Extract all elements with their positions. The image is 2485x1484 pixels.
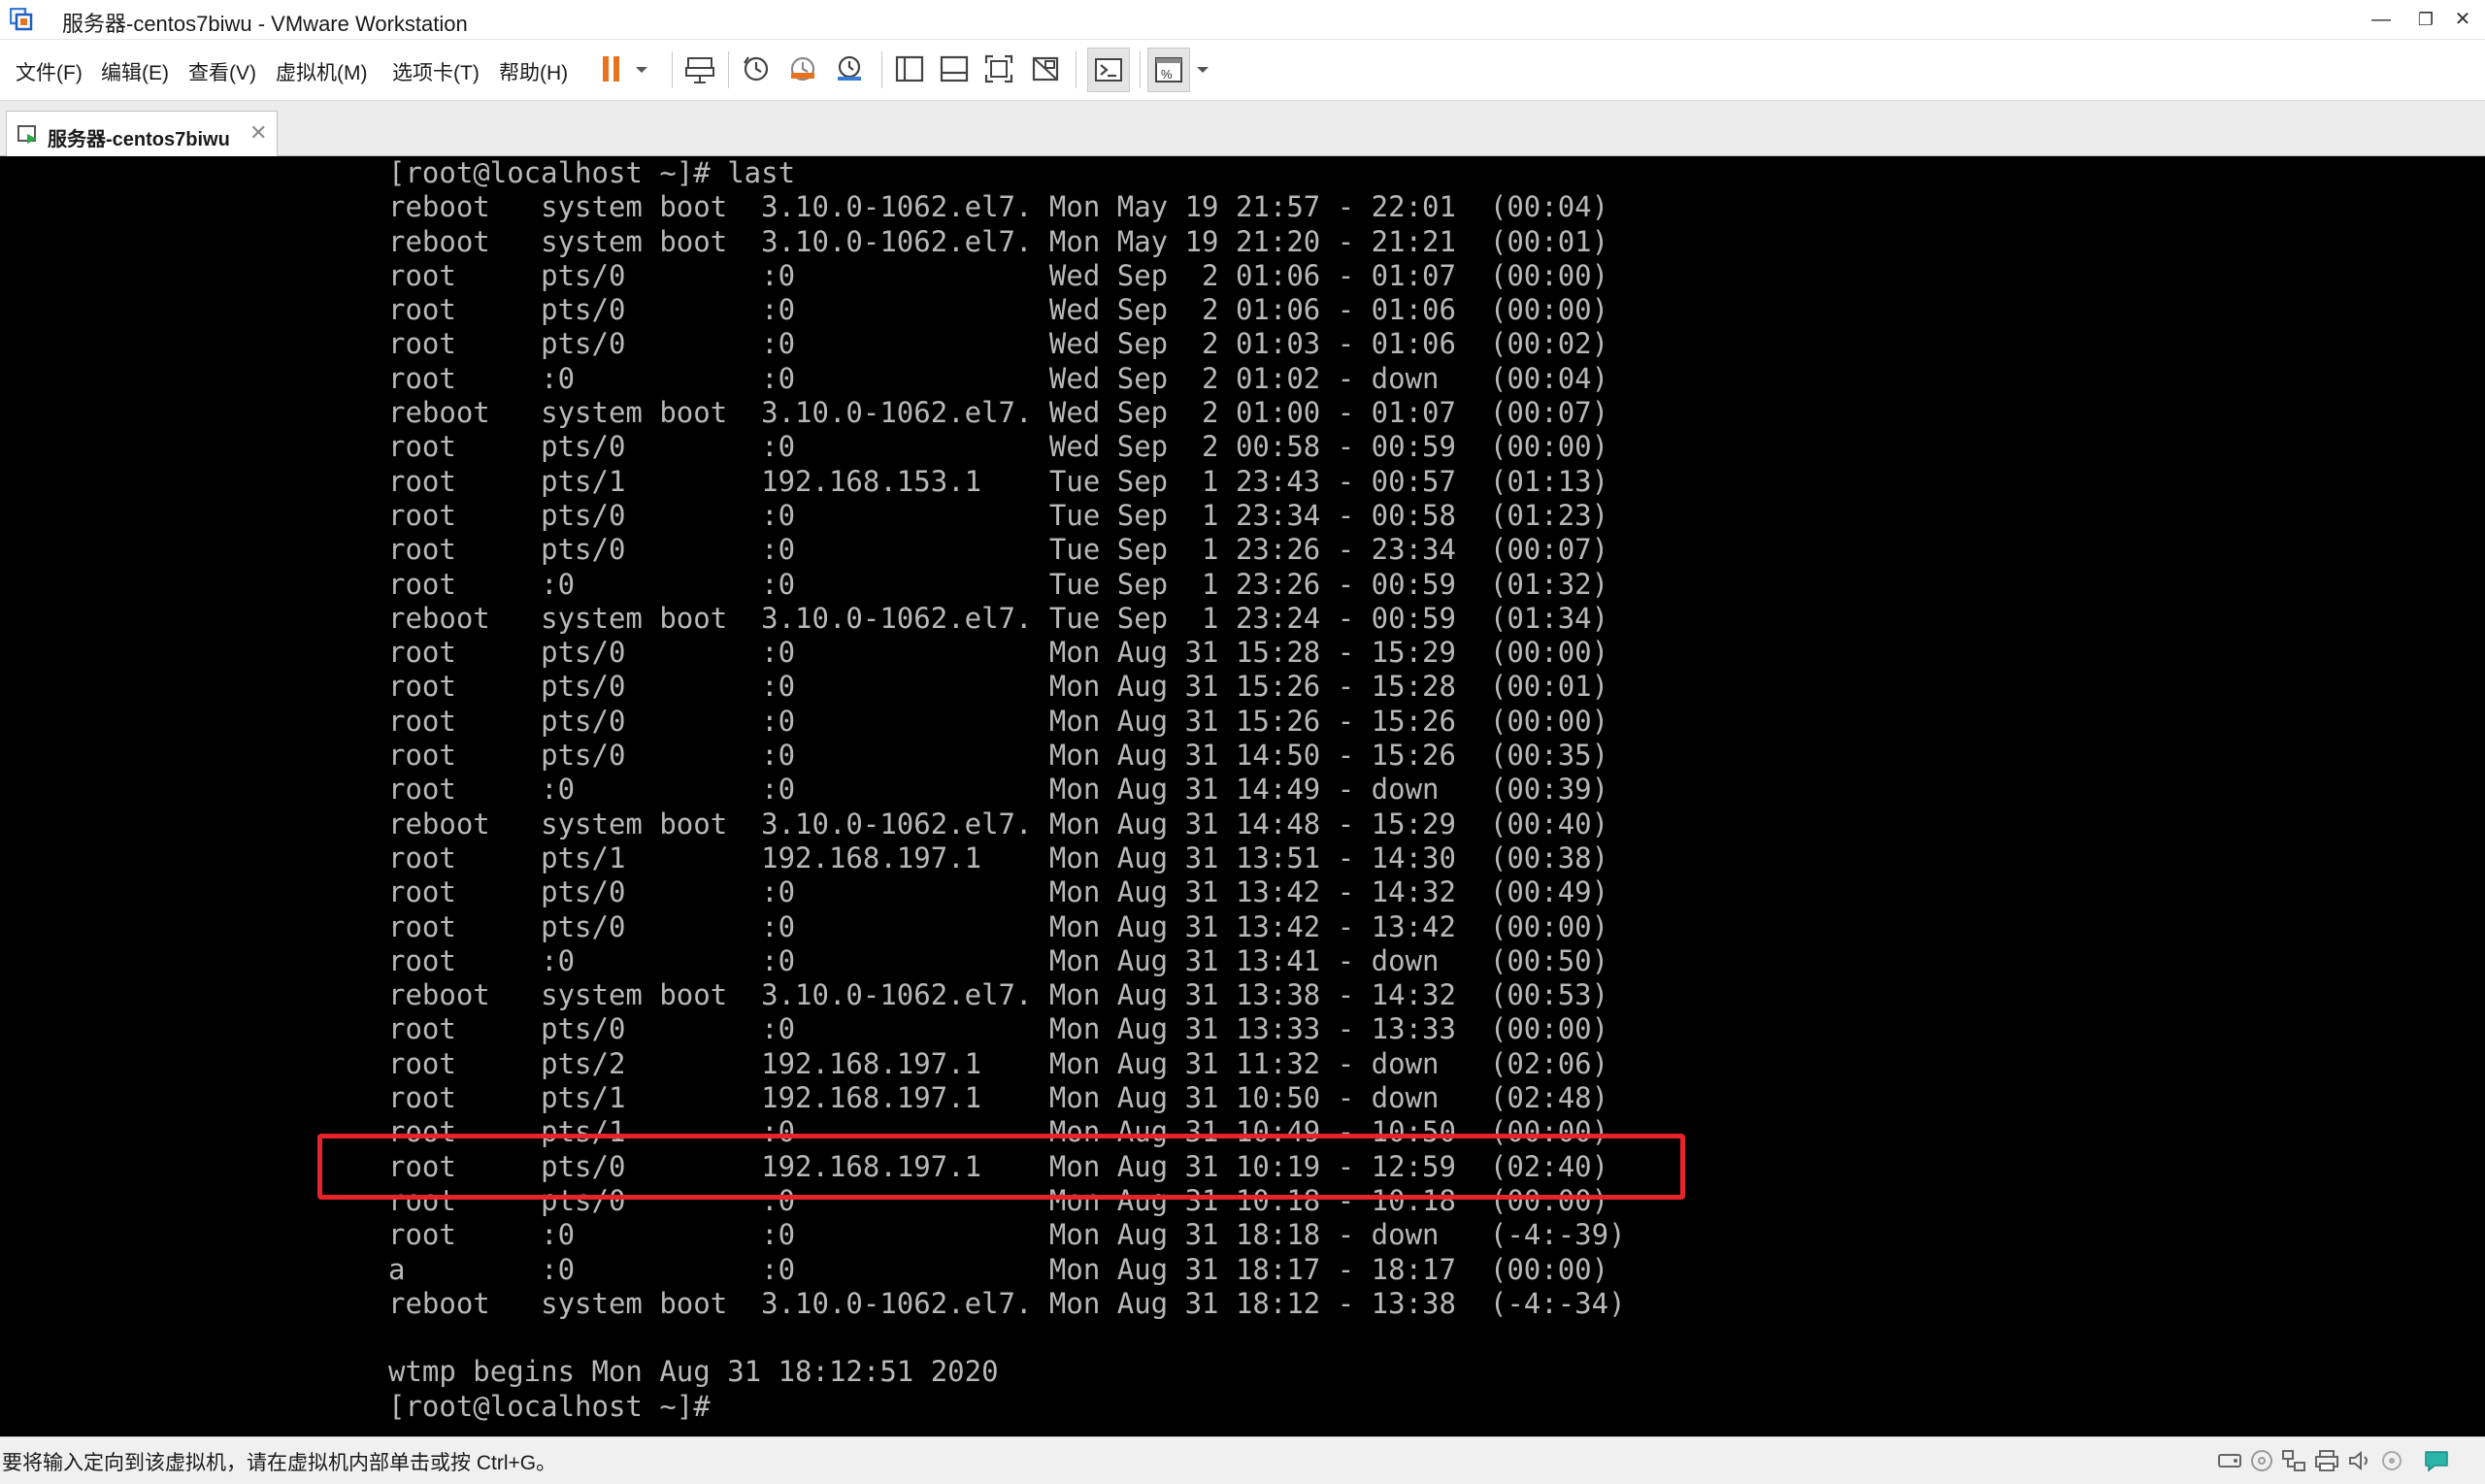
send-ctrl-alt-del-button[interactable] xyxy=(679,48,720,90)
status-message: 要将输入定向到该虚拟机，请在虚拟机内部单击或按 Ctrl+G。 xyxy=(2,1452,557,1474)
network-icon[interactable] xyxy=(2281,1449,2306,1477)
menu-edit[interactable]: 编辑(E) xyxy=(97,55,173,88)
toolbar-separator xyxy=(1140,51,1141,88)
terminal-line: root :0 :0 Mon Aug 31 13:41 - down (00:5… xyxy=(388,943,1609,977)
tab-close-button[interactable]: ✕ xyxy=(249,120,267,146)
snapshot-icon xyxy=(744,56,769,82)
terminal-line: [root@localhost ~]# last xyxy=(388,156,796,189)
terminal-line: reboot system boot 3.10.0-1062.el7. Mon … xyxy=(388,978,1609,1012)
terminal-line: root pts/0 :0 Mon Aug 31 14:50 - 15:26 (… xyxy=(388,739,1609,773)
terminal-line: root :0 :0 Mon Aug 31 14:49 - down (00:3… xyxy=(388,773,1609,807)
vm-tab-strip: 服务器-centos7biwu ✕ xyxy=(0,101,2485,156)
terminal-line: root pts/0 :0 Mon Aug 31 15:26 - 15:28 (… xyxy=(388,670,1609,704)
snapshot-manager-button[interactable] xyxy=(829,48,870,90)
revert-snapshot-icon xyxy=(790,56,815,82)
terminal-line: reboot system boot 3.10.0-1062.el7. Wed … xyxy=(388,396,1609,430)
terminal-line: root :0 :0 Mon Aug 31 18:18 - down (-4:-… xyxy=(388,1218,1626,1252)
printer-icon[interactable] xyxy=(2314,1449,2339,1477)
terminal-line: root pts/0 :0 Mon Aug 31 15:28 - 15:29 (… xyxy=(388,636,1609,670)
terminal-line: root pts/1 192.168.197.1 Mon Aug 31 10:5… xyxy=(388,1081,1609,1115)
terminal-line: root pts/2 192.168.197.1 Mon Aug 31 11:3… xyxy=(388,1046,1609,1080)
terminal-line: root pts/0 :0 Tue Sep 1 23:26 - 23:34 (0… xyxy=(388,533,1609,567)
terminal-line: root pts/0 :0 Wed Sep 2 00:58 - 00:59 (0… xyxy=(388,430,1609,464)
terminal-output: [root@localhost ~]# last reboot system bo… xyxy=(388,156,1626,1424)
terminal-line: root pts/0 :0 Wed Sep 2 01:03 - 01:06 (0… xyxy=(388,327,1609,361)
menu-file[interactable]: 文件(F) xyxy=(12,55,86,88)
chevron-down-icon xyxy=(636,67,647,73)
terminal-line: root pts/1 192.168.197.1 Mon Aug 31 13:5… xyxy=(388,841,1609,874)
menu-tabs[interactable]: 选项卡(T) xyxy=(388,55,483,88)
hard-disk-icon[interactable] xyxy=(2217,1449,2242,1477)
terminal-line: root pts/0 :0 Wed Sep 2 01:06 - 01:07 (0… xyxy=(388,258,1609,292)
terminal-line: reboot system boot 3.10.0-1062.el7. Mon … xyxy=(388,807,1609,841)
terminal-line: root pts/0 :0 Wed Sep 2 01:06 - 01:06 (0… xyxy=(388,293,1609,327)
terminal-line: root pts/0 :0 Mon Aug 31 13:33 - 13:33 (… xyxy=(388,1012,1609,1046)
chevron-down-icon xyxy=(1197,67,1209,73)
sound-icon[interactable] xyxy=(2347,1449,2372,1477)
menu-view[interactable]: 查看(V) xyxy=(184,55,260,88)
keyboard-icon xyxy=(685,57,714,83)
menu-vm[interactable]: 虚拟机(M) xyxy=(272,55,371,88)
fullscreen-button[interactable] xyxy=(978,48,1019,90)
terminal-line: root pts/0 :0 Mon Aug 31 15:26 - 15:26 (… xyxy=(388,704,1609,738)
close-button[interactable]: ✕ xyxy=(2440,0,2485,39)
message-icon[interactable] xyxy=(2423,1449,2450,1477)
menu-help[interactable]: 帮助(H) xyxy=(495,55,572,88)
terminal-line: root pts/0 :0 Mon Aug 31 13:42 - 14:32 (… xyxy=(388,875,1609,909)
vmware-logo-icon xyxy=(9,7,33,31)
terminal-line: wtmp begins Mon Aug 31 18:12:51 2020 xyxy=(388,1355,999,1389)
unity-button[interactable] xyxy=(1025,48,1066,90)
vm-console[interactable]: [root@localhost ~]# last reboot system bo… xyxy=(0,156,2485,1436)
menu-toolbar: 文件(F) 编辑(E) 查看(V) 虚拟机(M) 选项卡(T) 帮助(H) % xyxy=(0,40,2485,101)
thumbnail-view-button[interactable] xyxy=(934,48,975,90)
revert-snapshot-button[interactable] xyxy=(782,48,823,90)
toolbar-separator xyxy=(672,51,673,88)
take-snapshot-button[interactable] xyxy=(736,48,777,90)
terminal-line: a :0 :0 Mon Aug 31 18:17 - 18:17 (00:00) xyxy=(388,1252,1609,1286)
toolbar-separator xyxy=(881,51,882,88)
stretch-guest-button[interactable]: % xyxy=(1147,48,1190,92)
terminal-line: reboot system boot 3.10.0-1062.el7. Mon … xyxy=(388,1286,1626,1320)
stretch-icon: % xyxy=(1155,57,1182,82)
console-view-button[interactable] xyxy=(1087,48,1130,92)
terminal-line: root pts/0 :0 Mon Aug 31 13:42 - 13:42 (… xyxy=(388,909,1609,943)
toolbar-separator xyxy=(728,51,729,88)
library-view-icon xyxy=(895,55,924,82)
window-title: 服务器-centos7biwu - VMware Workstation xyxy=(62,12,468,36)
vm-running-icon xyxy=(17,123,40,151)
terminal-line: root :0 :0 Tue Sep 1 23:26 - 00:59 (01:3… xyxy=(388,567,1609,601)
status-bar: 要将输入定向到该虚拟机，请在虚拟机内部单击或按 Ctrl+G。 xyxy=(0,1436,2485,1484)
terminal-line: reboot system boot 3.10.0-1062.el7. Tue … xyxy=(388,601,1609,635)
usb-icon[interactable] xyxy=(2380,1449,2403,1477)
svg-text:%: % xyxy=(1161,67,1173,82)
title-bar: 服务器-centos7biwu - VMware Workstation — ❐… xyxy=(0,0,2485,40)
terminal-line: root pts/1 192.168.153.1 Tue Sep 1 23:43… xyxy=(388,464,1609,498)
pause-icon xyxy=(603,56,619,82)
terminal-line: reboot system boot 3.10.0-1062.el7. Mon … xyxy=(388,224,1609,258)
power-dropdown-button[interactable] xyxy=(629,48,652,90)
pause-button[interactable] xyxy=(592,48,633,90)
tab-vm-centos7biwu[interactable]: 服务器-centos7biwu ✕ xyxy=(6,111,278,156)
toolbar-separator xyxy=(1076,51,1077,88)
library-view-button[interactable] xyxy=(889,48,930,90)
cd-dvd-icon[interactable] xyxy=(2250,1449,2273,1477)
unity-icon xyxy=(1032,56,1059,82)
terminal-line: [root@localhost ~]# xyxy=(388,1389,711,1423)
terminal-line: root pts/0 :0 Tue Sep 1 23:34 - 00:58 (0… xyxy=(388,498,1609,532)
thumbnail-view-icon xyxy=(940,55,969,82)
terminal-line: root :0 :0 Wed Sep 2 01:02 - down (00:04… xyxy=(388,361,1609,395)
console-icon xyxy=(1095,58,1122,82)
fullscreen-icon xyxy=(984,54,1013,83)
snapshot-manager-icon xyxy=(838,55,861,81)
terminal-line: reboot system boot 3.10.0-1062.el7. Mon … xyxy=(388,190,1609,224)
stretch-dropdown-button[interactable] xyxy=(1190,48,1213,90)
minimize-button[interactable]: — xyxy=(2359,0,2403,39)
highlight-annotation-box xyxy=(317,1134,1685,1200)
tab-label: 服务器-centos7biwu xyxy=(48,129,230,150)
